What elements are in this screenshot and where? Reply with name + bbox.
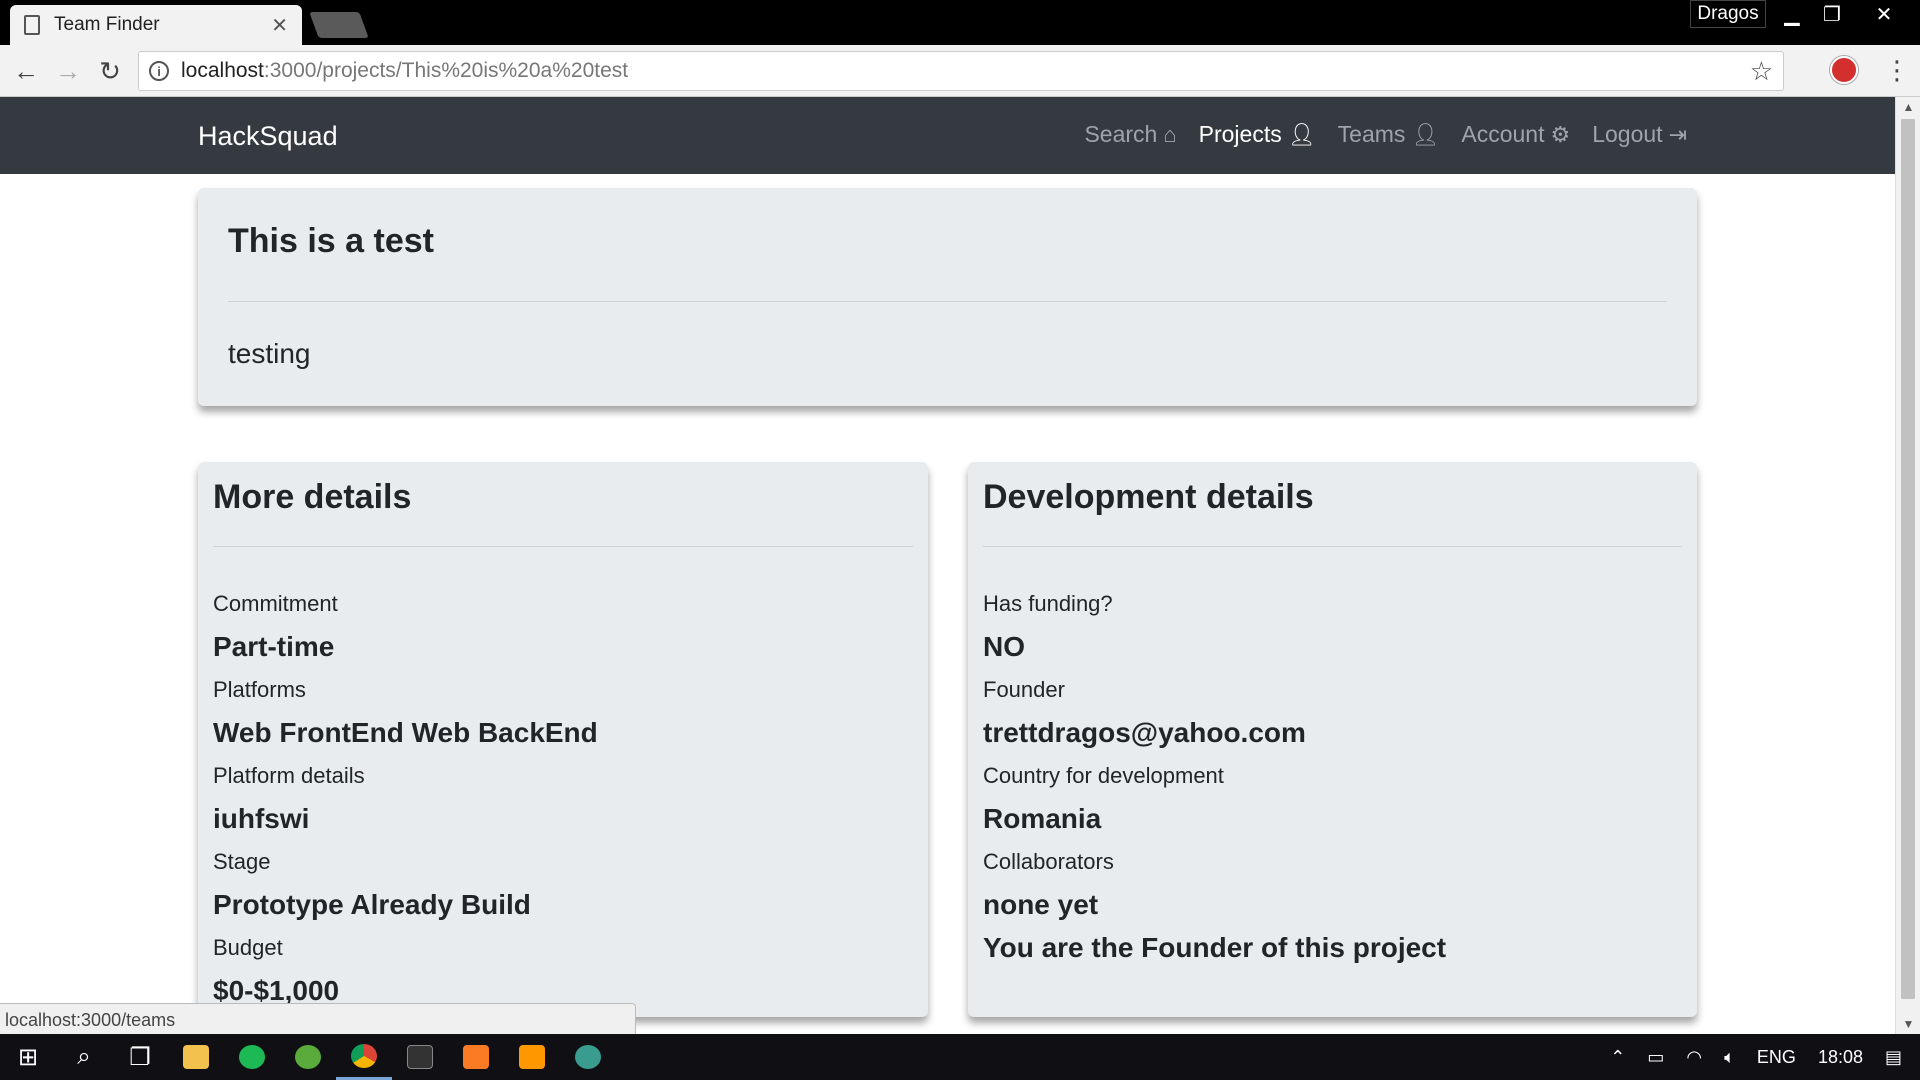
notifications-icon[interactable]: ▤ bbox=[1885, 1047, 1902, 1068]
development-details-fields: Has funding? NO Founder trettdragos@yaho… bbox=[983, 582, 1446, 969]
url-path: :3000/projects/This%20is%20a%20test bbox=[263, 59, 629, 82]
bookmark-star-icon[interactable]: ☆ bbox=[1750, 56, 1773, 87]
extension-icon[interactable] bbox=[1830, 56, 1858, 84]
gears-icon: ⚙ bbox=[1550, 121, 1571, 147]
chevron-up-icon[interactable]: ⌃ bbox=[1610, 1047, 1625, 1068]
file-explorer-icon[interactable] bbox=[168, 1034, 224, 1080]
minimize-icon[interactable]: ▁ bbox=[1770, 0, 1814, 28]
scroll-down-icon[interactable]: ▼ bbox=[1896, 1014, 1920, 1034]
clock[interactable]: 18:08 bbox=[1818, 1047, 1863, 1068]
country-label: Country for development bbox=[983, 763, 1224, 788]
commitment-label: Commitment bbox=[213, 591, 338, 616]
nav-logout-label: Logout bbox=[1592, 121, 1663, 147]
scroll-up-icon[interactable]: ▲ bbox=[1896, 97, 1920, 117]
tab-close-icon[interactable]: ✕ bbox=[271, 13, 288, 38]
country-value: Romania bbox=[983, 803, 1102, 834]
user-icon: 👤︎ bbox=[1411, 121, 1440, 147]
scroll-thumb[interactable] bbox=[1901, 119, 1915, 999]
divider bbox=[983, 546, 1682, 547]
project-title: This is a test bbox=[228, 222, 434, 260]
collaborators-value: none yet bbox=[983, 889, 1099, 920]
divider bbox=[213, 546, 913, 547]
collaborators-label: Collaborators bbox=[983, 849, 1114, 874]
forward-arrow-icon[interactable]: → bbox=[52, 55, 84, 87]
reload-icon[interactable]: ↻ bbox=[94, 55, 126, 87]
taskbar: ⊞ ⌕ ❐ ⌃ ▭ ◠ 🔈︎ ENG 18:08 ▤ bbox=[0, 1034, 1920, 1080]
more-details-card: More details Commitment Part-time Platfo… bbox=[198, 462, 928, 1017]
project-header-card: This is a test testing bbox=[198, 188, 1697, 406]
back-arrow-icon[interactable]: ← bbox=[10, 55, 42, 87]
info-icon[interactable]: i bbox=[149, 61, 169, 81]
spotify-icon[interactable] bbox=[224, 1034, 280, 1080]
nav-links: Search ⌂ Projects 👤︎ Teams 👤︎ Account ⚙ … bbox=[1084, 121, 1687, 148]
platforms-value: Web FrontEnd Web BackEnd bbox=[213, 717, 598, 748]
profile-button[interactable]: Dragos bbox=[1690, 0, 1766, 28]
site-navbar: HackSquad Search ⌂ Projects 👤︎ Teams 👤︎ … bbox=[0, 97, 1895, 174]
search-icon[interactable]: ⌕ bbox=[56, 1034, 112, 1080]
battery-icon[interactable]: ▭ bbox=[1647, 1047, 1664, 1068]
browser-window: Team Finder ✕ Dragos ▁ ❐ ✕ ← → ↻ i local… bbox=[0, 0, 1920, 1080]
stage-value: Prototype Already Build bbox=[213, 889, 531, 920]
platform-details-label: Platform details bbox=[213, 763, 365, 788]
nav-search[interactable]: Search ⌂ bbox=[1084, 121, 1176, 148]
wifi-icon[interactable]: ◠ bbox=[1686, 1047, 1702, 1068]
nav-account-label: Account bbox=[1461, 121, 1545, 147]
budget-label: Budget bbox=[213, 935, 283, 960]
tab-title: Team Finder bbox=[54, 14, 160, 35]
nav-search-label: Search bbox=[1084, 121, 1158, 147]
nav-teams[interactable]: Teams 👤︎ bbox=[1338, 121, 1440, 148]
nav-teams-label: Teams bbox=[1337, 121, 1406, 147]
nav-projects-label: Projects bbox=[1198, 121, 1282, 147]
nav-projects[interactable]: Projects 👤︎ bbox=[1199, 121, 1316, 148]
close-window-icon[interactable]: ✕ bbox=[1862, 0, 1906, 28]
utorrent-icon[interactable] bbox=[280, 1034, 336, 1080]
funding-value: NO bbox=[983, 631, 1025, 662]
new-tab-button[interactable] bbox=[309, 12, 369, 38]
platforms-label: Platforms bbox=[213, 677, 306, 702]
restore-icon[interactable]: ❐ bbox=[1810, 0, 1854, 28]
platform-details-value: iuhfswi bbox=[213, 803, 310, 834]
volume-icon[interactable]: 🔈︎ bbox=[1724, 1047, 1735, 1068]
browser-toolbar: ← → ↻ i localhost :3000/projects/This%20… bbox=[0, 45, 1920, 97]
page-content: This is a test testing More details Comm… bbox=[0, 174, 1895, 1034]
more-details-heading: More details bbox=[213, 478, 412, 516]
page-scrollbar[interactable]: ▲ ▼ bbox=[1895, 97, 1920, 1034]
stage-label: Stage bbox=[213, 849, 271, 874]
address-bar[interactable]: i localhost :3000/projects/This%20is%20a… bbox=[138, 51, 1784, 91]
divider bbox=[228, 301, 1667, 302]
windows-start-icon[interactable]: ⊞ bbox=[0, 1034, 56, 1080]
home-icon: ⌂ bbox=[1163, 121, 1177, 147]
development-details-heading: Development details bbox=[983, 478, 1314, 516]
user-icon: 👤︎ bbox=[1287, 121, 1316, 147]
founder-label: Founder bbox=[983, 677, 1065, 702]
terminal-icon[interactable] bbox=[392, 1034, 448, 1080]
commitment-value: Part-time bbox=[213, 631, 335, 662]
system-tray: ⌃ ▭ ◠ 🔈︎ ENG 18:08 ▤ bbox=[1610, 1034, 1920, 1080]
atom-icon[interactable] bbox=[560, 1034, 616, 1080]
sign-out-icon: ⇥ bbox=[1668, 121, 1687, 147]
xampp-icon[interactable] bbox=[448, 1034, 504, 1080]
development-details-card: Development details Has funding? NO Foun… bbox=[968, 462, 1697, 1017]
funding-label: Has funding? bbox=[983, 591, 1113, 616]
language-indicator[interactable]: ENG bbox=[1757, 1047, 1796, 1068]
task-view-icon[interactable]: ❐ bbox=[112, 1034, 168, 1080]
brand-logo[interactable]: HackSquad bbox=[198, 121, 338, 152]
browser-tab[interactable]: Team Finder ✕ bbox=[10, 5, 302, 45]
menu-dots-icon[interactable]: ⋮ bbox=[1884, 55, 1910, 86]
founder-note: You are the Founder of this project bbox=[983, 932, 1447, 963]
link-status-bubble: localhost:3000/teams bbox=[0, 1003, 636, 1035]
founder-value: trettdragos@yahoo.com bbox=[983, 717, 1306, 748]
chrome-icon[interactable] bbox=[336, 1034, 392, 1080]
sublime-text-icon[interactable] bbox=[504, 1034, 560, 1080]
project-description: testing bbox=[228, 338, 311, 369]
url-host: localhost bbox=[181, 59, 264, 82]
tab-strip: Team Finder ✕ Dragos ▁ ❐ ✕ bbox=[0, 0, 1920, 45]
more-details-fields: Commitment Part-time Platforms Web Front… bbox=[213, 582, 598, 1012]
nav-account[interactable]: Account ⚙ bbox=[1461, 121, 1570, 148]
nav-logout[interactable]: Logout ⇥ bbox=[1592, 121, 1687, 148]
document-icon bbox=[24, 15, 40, 35]
